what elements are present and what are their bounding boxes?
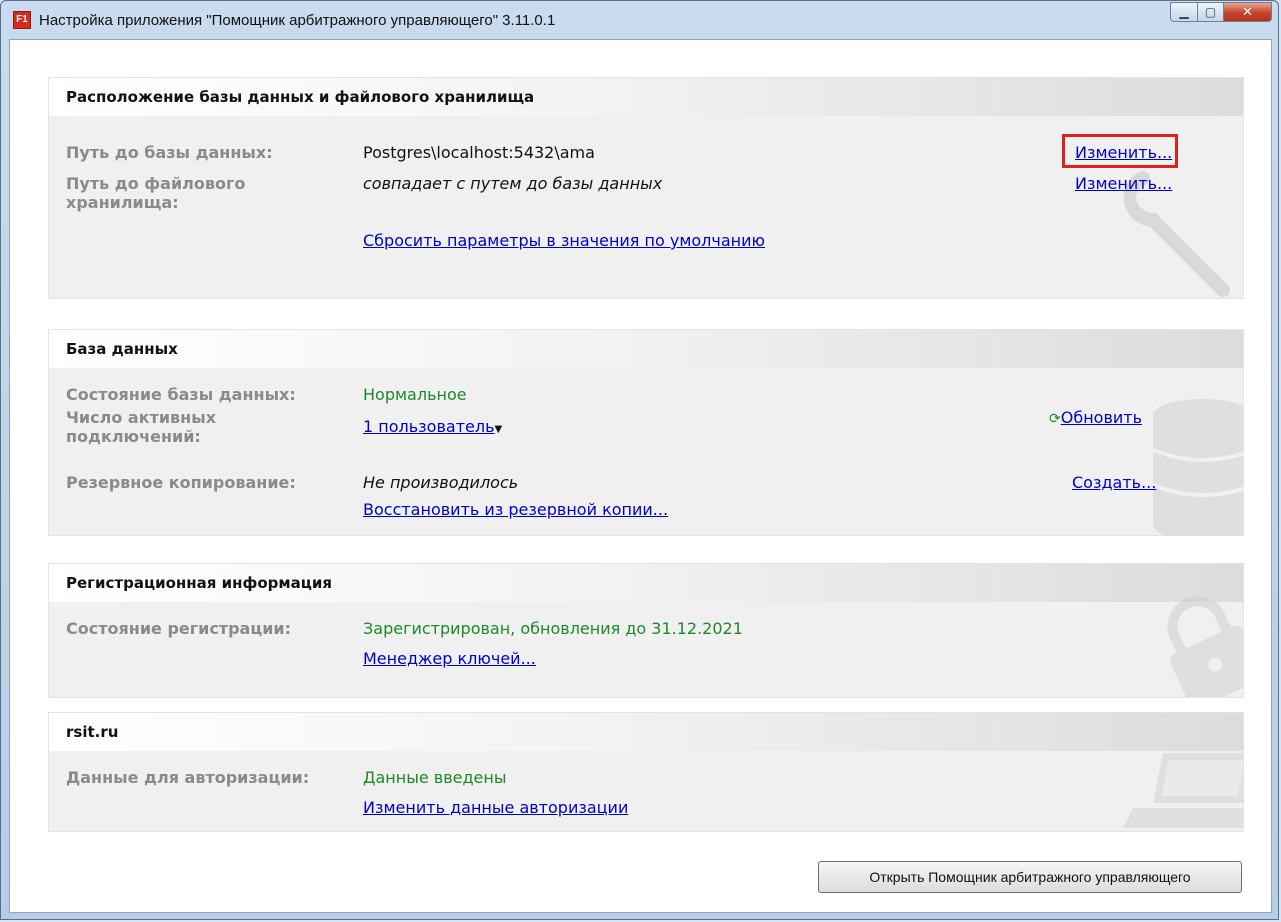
db-path-value: Postgres\localhost:5432\ama	[363, 143, 595, 162]
lock-icon	[1167, 596, 1243, 697]
rsit-panel: rsit.ru Данные для авторизации: Данные в…	[48, 712, 1244, 832]
registration-state-value: Зарегистрирован, обновления до 31.12.202…	[363, 619, 743, 638]
database-panel-header: База данных	[49, 330, 1243, 368]
minimize-icon: ▁	[1179, 5, 1189, 19]
minimize-button[interactable]: ▁	[1170, 2, 1198, 22]
connections-value[interactable]: 1 пользователь	[363, 417, 495, 436]
file-path-label: Путь до файлового хранилища:	[66, 174, 246, 212]
open-assistant-button[interactable]: Открыть Помощник арбитражного управляюще…	[818, 861, 1242, 893]
refresh-link[interactable]: Обновить	[1061, 408, 1142, 427]
registration-panel: Регистрационная информация Состояние рег…	[48, 563, 1244, 698]
client-area: Расположение базы данных и файлового хра…	[9, 39, 1272, 913]
db-state-label: Состояние базы данных:	[66, 385, 296, 404]
db-path-label: Путь до базы данных:	[66, 143, 273, 162]
title-bar[interactable]: F1 Настройка приложения "Помощник арбитр…	[1, 1, 1278, 39]
backup-value: Не производилось	[363, 473, 519, 492]
close-button[interactable]: ✕	[1224, 2, 1272, 22]
backup-label: Резервное копирование:	[66, 473, 296, 492]
highlight-box	[1062, 134, 1178, 168]
key-manager-link[interactable]: Менеджер ключей...	[363, 649, 536, 668]
app-icon: F1	[13, 11, 31, 29]
maximize-icon: ▢	[1204, 5, 1217, 19]
window-title: Настройка приложения "Помощник арбитражн…	[39, 11, 556, 29]
storage-panel: Расположение базы данных и файлового хра…	[48, 77, 1244, 299]
storage-panel-header: Расположение базы данных и файлового хра…	[49, 78, 1243, 116]
dropdown-arrow-icon[interactable]: ▼	[495, 424, 503, 435]
auth-change-link[interactable]: Изменить данные авторизации	[363, 798, 628, 817]
maximize-button[interactable]: ▢	[1198, 2, 1224, 22]
db-state-value: Нормальное	[363, 385, 467, 404]
restore-backup-link[interactable]: Восстановить из резервной копии...	[363, 500, 668, 519]
settings-window: F1 Настройка приложения "Помощник арбитр…	[0, 0, 1279, 920]
registration-panel-header: Регистрационная информация	[49, 564, 1243, 602]
rsit-panel-header: rsit.ru	[49, 713, 1243, 751]
connections-label: Число активных подключений:	[66, 408, 217, 446]
connections-dropdown[interactable]: 1 пользователь▼	[363, 417, 502, 439]
file-path-value: совпадает с путем до базы данных	[363, 174, 663, 193]
auth-value: Данные введены	[363, 768, 507, 787]
refresh-icon: ⟳	[1049, 411, 1061, 427]
file-path-change-link[interactable]: Изменить...	[1075, 174, 1172, 193]
laptop-icon	[1123, 753, 1243, 828]
reset-defaults-link[interactable]: Сбросить параметры в значения по умолчан…	[363, 231, 765, 250]
refresh-button[interactable]: ⟳Обновить	[1049, 408, 1142, 429]
database-panel: База данных Состояние базы данных: Норма…	[48, 329, 1244, 536]
caption-buttons: ▁ ▢ ✕	[1170, 2, 1272, 22]
database-icon	[1152, 399, 1243, 535]
close-icon: ✕	[1242, 4, 1253, 20]
registration-state-label: Состояние регистрации:	[66, 619, 292, 638]
auth-label: Данные для авторизации:	[66, 768, 310, 787]
backup-create-link[interactable]: Создать...	[1072, 473, 1156, 492]
